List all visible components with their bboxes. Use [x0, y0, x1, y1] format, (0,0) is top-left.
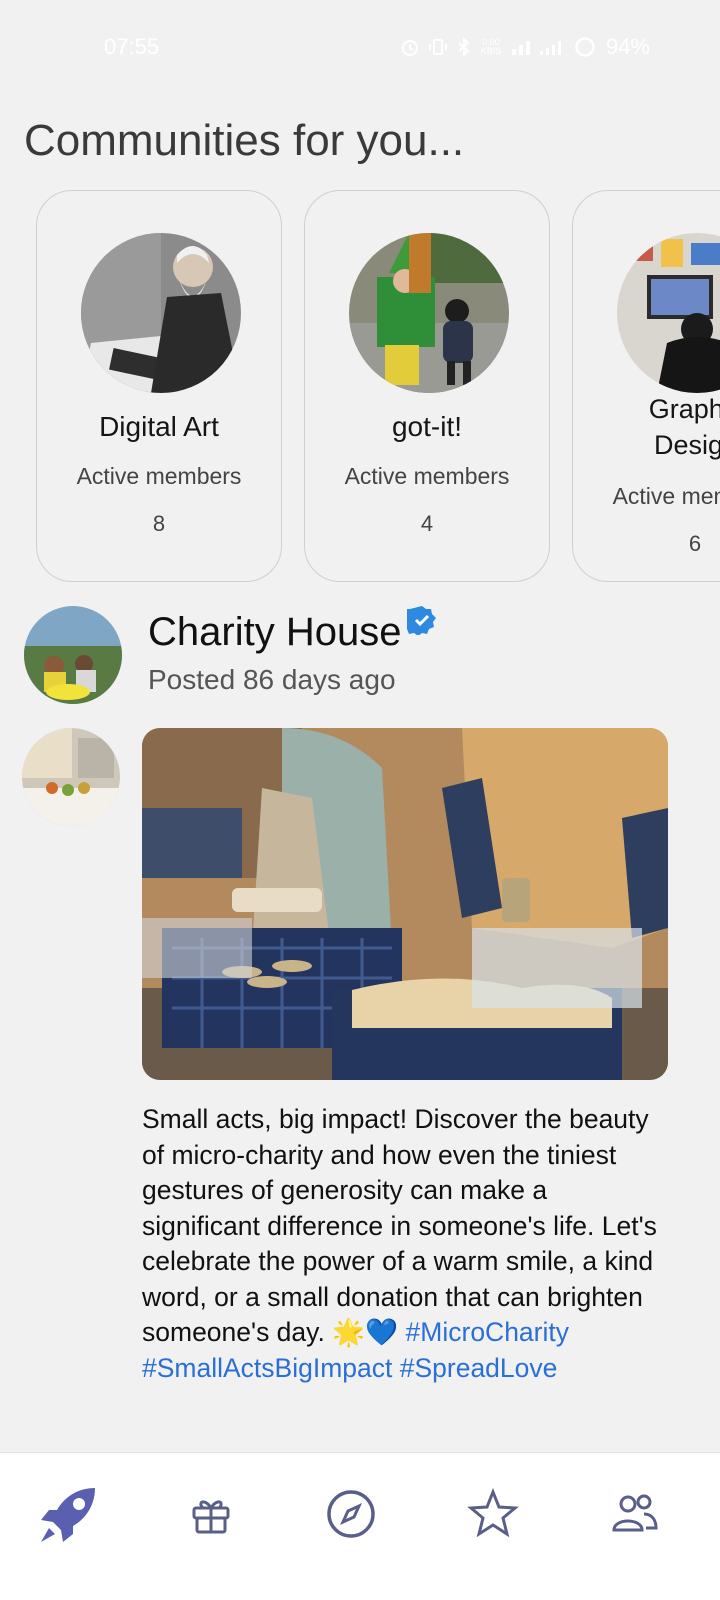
post-timestamp: Posted 86 days ago	[148, 664, 396, 695]
community-members-count: 6	[688, 531, 702, 556]
star-icon	[467, 1488, 519, 1538]
data-speed-icon: 0.00 KB/S	[480, 37, 502, 56]
nav-explore[interactable]	[316, 1479, 386, 1549]
community-avatar	[349, 233, 509, 393]
community-members-count: 4	[420, 511, 434, 536]
community-members-label: Active members	[344, 463, 510, 489]
post-text: Small acts, big impact! Discover the bea…	[142, 1104, 657, 1347]
communities-carousel[interactable]: Digital Art Active members 8 got-it! Act…	[0, 190, 720, 590]
bottom-navigation	[0, 1452, 720, 1600]
community-members-count: 8	[152, 511, 166, 536]
community-name: Graphic Design	[648, 394, 720, 460]
post-body: Small acts, big impact! Discover the bea…	[142, 1102, 662, 1386]
community-members-label: Active members	[612, 483, 720, 509]
community-avatar	[617, 233, 720, 393]
post-image[interactable]	[142, 728, 668, 1080]
status-icons-group: 0.00 KB/S 94%	[400, 34, 650, 60]
verified-badge-icon	[407, 605, 437, 635]
secondary-avatar[interactable]	[22, 728, 120, 826]
section-title: Communities for you...	[24, 116, 465, 165]
signal-icon	[511, 41, 561, 55]
rocket-icon	[41, 1488, 95, 1542]
community-name: Digital Art	[99, 411, 219, 442]
vibrate-icon	[428, 39, 447, 55]
nav-gifts[interactable]	[176, 1479, 246, 1549]
compass-icon	[327, 1490, 375, 1538]
post-author[interactable]: Charity House	[148, 605, 437, 655]
nav-favorites[interactable]	[458, 1479, 528, 1549]
community-card-graphic-design[interactable]: Graphic Design Active members 6	[572, 190, 720, 582]
people-icon	[612, 1494, 658, 1532]
gift-icon	[192, 1500, 230, 1534]
alarm-icon	[401, 40, 418, 56]
community-name: got-it!	[391, 411, 463, 442]
bluetooth-icon	[458, 37, 470, 57]
community-card-digital-art[interactable]: Digital Art Active members 8	[36, 190, 282, 582]
nav-community[interactable]	[600, 1479, 670, 1549]
community-card-got-it[interactable]: got-it! Active members 4	[304, 190, 550, 582]
community-members-label: Active members	[76, 463, 242, 489]
status-time: 07:55	[104, 34, 160, 59]
community-avatar	[81, 233, 241, 393]
author-avatar[interactable]	[24, 606, 122, 704]
author-name: Charity House	[148, 610, 402, 654]
status-bar: 07:55 0.00 KB/S 94%	[0, 0, 720, 96]
nav-home[interactable]	[34, 1479, 104, 1549]
battery-percent: 94%	[605, 34, 650, 59]
battery-icon	[575, 37, 595, 57]
